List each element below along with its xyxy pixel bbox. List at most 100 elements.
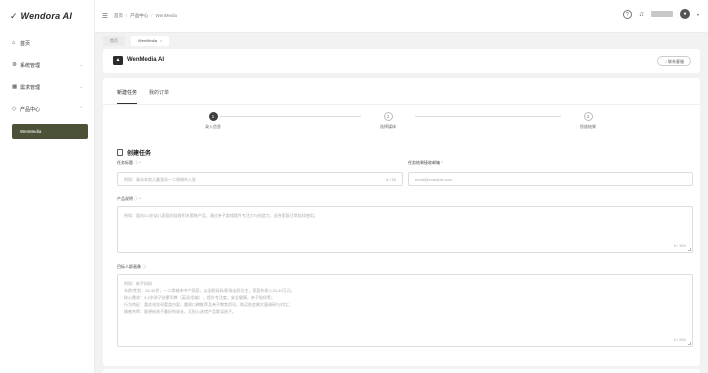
chevron-up-icon: ⌃ — [79, 106, 83, 111]
document-icon — [117, 149, 123, 156]
textarea-placeholder-line: 行为特征：喜欢浏览母婴类内容，重视口碑推荐及亲子教育资讯，购买前会做大量调研与对… — [124, 302, 292, 307]
divider — [103, 104, 700, 105]
sidebar: ✓ Wendora AI ⌂ 首页 ⚙ 系统管理 ⌄ ▦ 需求管理 ⌄ ◇ 产品… — [0, 0, 95, 373]
label-text: 产品说明 — [117, 196, 133, 201]
product-description-textarea[interactable]: 例如：面向3-6岁幼儿家庭的益智积木套装产品，通过亲子游戏提升专注力与创造力，适… — [117, 206, 693, 253]
section-title-text: 创建任务 — [127, 151, 152, 157]
chevron-down-icon[interactable]: ▾ — [697, 12, 699, 17]
input-placeholder: 例如：青岛本地儿童游泳一二线城市入驻 — [124, 177, 196, 182]
headset-icon: ◌ — [664, 59, 667, 64]
page-tabs: 首页 WenMedia × — [95, 33, 708, 46]
target-audience-textarea[interactable]: 例如：新手妈妈 年龄/性别：28-35岁，一二线城市中产家庭，以全职妈妈/职场宝… — [117, 274, 693, 347]
char-counter: 0 / 20 — [385, 177, 396, 182]
next-card-edge — [103, 369, 700, 373]
info-icon: ⓘ — [134, 160, 139, 165]
tab-label: 首页 — [110, 38, 118, 43]
app-logo-icon: ▲ — [113, 56, 123, 65]
sidebar-item-products[interactable]: ◇ 产品中心 ⌃ — [0, 102, 95, 116]
email-label: 任务结果接收邮箱 * — [408, 160, 443, 166]
grid-icon: ▦ — [12, 84, 18, 90]
sidebar-item-system[interactable]: ⚙ 系统管理 ⌄ — [0, 58, 95, 72]
task-title-label: 任务标题 ⓘ * — [117, 160, 141, 166]
required-mark: * — [139, 160, 141, 165]
app-header: ▲ WenMedia AI ◌ 联系客服 — [103, 49, 700, 73]
textarea-placeholder-line: 情感共鸣：既想给孩子最好的成长，又担心选错产品耽误孩子。 — [124, 309, 236, 314]
sidebar-item-label: 首页 — [20, 40, 31, 47]
subtab-my-orders[interactable]: 我的订单 — [149, 86, 169, 104]
resize-handle[interactable] — [688, 248, 691, 251]
info-icon: ⓘ — [142, 264, 147, 269]
app-title: WenMedia AI — [127, 57, 165, 63]
gear-icon: ⚙ — [12, 62, 17, 68]
step-label: 录入信息 — [205, 124, 221, 129]
product-label: 产品说明 ⓘ * — [117, 196, 141, 202]
sidebar-item-home[interactable]: ⌂ 首页 — [0, 36, 95, 50]
breadcrumb-current: WenMedia — [155, 13, 177, 18]
subtab-new-task[interactable]: 新建任务 — [117, 86, 138, 104]
step-number: 1 — [208, 112, 218, 121]
required-mark: * — [441, 160, 443, 165]
step-3: 3 投放结果 — [548, 112, 628, 130]
step-2: 2 选择媒体 — [348, 112, 428, 130]
step-1: 1 录入信息 — [173, 112, 253, 130]
textarea-placeholder-line: 年龄/性别：28-35岁，一二线城市中产家庭，以全职妈妈/职场宝妈为主，家庭年收… — [124, 288, 295, 293]
brand-mark-icon: ✓ — [10, 10, 18, 21]
label-text: 任务结果接收邮箱 — [408, 160, 440, 165]
brand-name: Wendora AI — [20, 11, 73, 21]
user-name-placeholder[interactable] — [650, 11, 673, 17]
step-indicator: 1 录入信息 2 选择媒体 3 投放结果 — [103, 112, 700, 142]
sidebar-nav: ⌂ 首页 ⚙ 系统管理 ⌄ ▦ 需求管理 ⌄ ◇ 产品中心 ⌃ WenMedia — [0, 36, 95, 139]
info-icon: ⓘ — [134, 196, 139, 201]
label-text: 任务标题 — [117, 160, 133, 165]
section-title: 创建任务 — [117, 148, 151, 157]
breadcrumb: 首页 / 产品中心 / WenMedia — [114, 13, 177, 19]
close-icon[interactable]: × — [160, 38, 162, 43]
tab-label: WenMedia — [138, 38, 158, 43]
input-placeholder: email@example.com — [415, 177, 453, 182]
contact-support-button[interactable]: ◌ 联系客服 — [657, 56, 691, 66]
avatar[interactable]: ● — [679, 9, 690, 19]
email-field[interactable]: email@example.com — [408, 172, 693, 186]
button-label: 联系客服 — [668, 59, 684, 64]
step-label: 投放结果 — [580, 124, 596, 129]
breadcrumb-separator: / — [126, 13, 128, 18]
tab-home[interactable]: 首页 — [103, 36, 125, 46]
sidebar-subitem-wenmedia[interactable]: WenMedia — [12, 124, 88, 139]
sidebar-item-label: 产品中心 — [20, 106, 41, 113]
sidebar-item-requirements[interactable]: ▦ 需求管理 ⌄ — [0, 80, 95, 94]
brand-logo[interactable]: ✓ Wendora AI — [10, 10, 72, 22]
breadcrumb-products[interactable]: 产品中心 — [130, 13, 148, 19]
top-header: ☰ 首页 / 产品中心 / WenMedia ? ♫ ● ▾ — [95, 0, 708, 33]
help-icon[interactable]: ? — [622, 9, 632, 19]
char-counter: 0 / 500 — [673, 337, 686, 342]
sidebar-item-label: 需求管理 — [20, 84, 41, 91]
sub-tabs: 新建任务 我的订单 — [117, 86, 169, 104]
main-area: 首页 WenMedia × ▲ WenMedia AI ◌ 联系客服 新建任务 我… — [95, 33, 708, 373]
step-connector — [415, 116, 561, 117]
textarea-placeholder: 例如：面向3-6岁幼儿家庭的益智积木套装产品，通过亲子游戏提升专注力与创造力，适… — [124, 213, 318, 218]
bell-icon[interactable]: ♫ — [639, 11, 644, 18]
task-title-input[interactable]: 例如：青岛本地儿童游泳一二线城市入驻 0 / 20 — [117, 172, 403, 186]
char-counter: 0 / 300 — [673, 243, 686, 248]
textarea-placeholder-line: 例如：新手妈妈 — [124, 281, 152, 286]
sidebar-subitem-label: WenMedia — [20, 129, 42, 134]
breadcrumb-separator: / — [151, 13, 153, 18]
textarea-placeholder-line: 核心需求：3-6岁孩子启蒙早教（英语/思维），提升专注度，安全健康，亲子陪伴等； — [124, 295, 275, 300]
audience-label: 目标人群画像 ⓘ — [117, 264, 146, 270]
header-actions: ? ♫ ● ▾ — [622, 9, 699, 19]
step-label: 选择媒体 — [380, 124, 396, 129]
chevron-down-icon: ⌄ — [79, 62, 83, 67]
step-number: 2 — [383, 112, 393, 121]
task-card: 新建任务 我的订单 1 录入信息 2 选择媒体 3 投放结果 创建任务 任务标题… — [103, 78, 700, 366]
sidebar-item-label: 系统管理 — [20, 62, 41, 69]
resize-handle[interactable] — [688, 342, 691, 345]
menu-toggle-icon[interactable]: ☰ — [102, 12, 108, 20]
required-mark: * — [139, 196, 141, 201]
breadcrumb-home[interactable]: 首页 — [114, 13, 123, 19]
chevron-down-icon: ⌄ — [79, 84, 83, 89]
tag-icon: ◇ — [12, 106, 17, 112]
label-text: 目标人群画像 — [117, 264, 141, 269]
home-icon: ⌂ — [12, 40, 16, 46]
tab-wenmedia[interactable]: WenMedia × — [131, 36, 170, 46]
step-number: 3 — [583, 112, 593, 121]
